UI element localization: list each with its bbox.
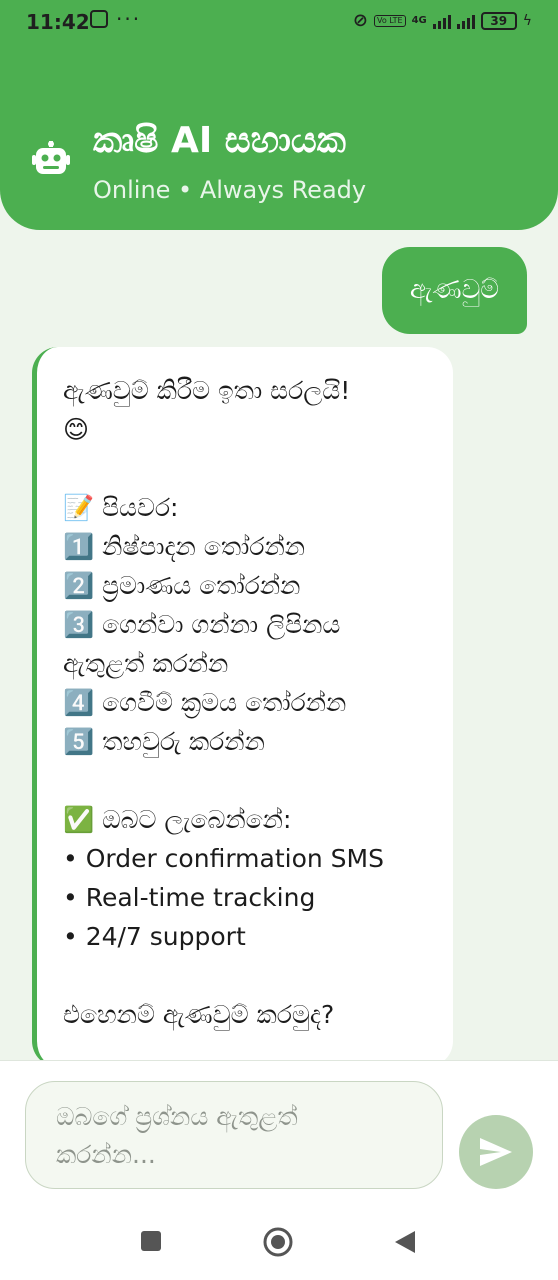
- bot-line: • Real-time tracking: [63, 883, 316, 912]
- chat-status: Online • Always Ready: [93, 176, 367, 204]
- battery-icon: 39: [480, 11, 517, 30]
- notification-app-icon: [90, 10, 108, 28]
- signal-strength-icon-2: [456, 13, 475, 29]
- send-icon: [480, 1138, 512, 1166]
- bot-line: • Order confirmation SMS: [63, 844, 384, 873]
- status-bar: 11:42 ··· ⊘ Vo LTE 4G 39 ϟ: [0, 0, 558, 44]
- bot-line: • 24/7 support: [63, 922, 246, 951]
- send-button[interactable]: [459, 1115, 533, 1189]
- bot-line: ඇණවුම් කිරීම ඉතා සරලයි!: [63, 376, 351, 405]
- message-composer: ඔබගේ ප්‍රශ්නය ඇතුළත් කරන්න...: [0, 1060, 558, 1210]
- signal-strength-icon: [432, 13, 451, 29]
- bot-line-blank: [63, 956, 433, 995]
- bot-line: 📝 පියවර:: [63, 493, 179, 522]
- bot-line: 😊: [63, 415, 90, 444]
- user-message-text: ඇණවුම්: [409, 275, 499, 305]
- user-message-bubble: ඇණවුම්: [381, 247, 527, 334]
- bot-line: එහෙනම් ඇණවුම් කරමුද?: [63, 1000, 335, 1029]
- volte-icon: Vo LTE: [373, 14, 406, 27]
- bot-line: 3️⃣ ගෙන්වා ගන්නා ලිපිනය: [63, 610, 341, 639]
- robot-icon: [32, 141, 70, 174]
- recent-apps-icon[interactable]: [140, 1230, 162, 1252]
- bot-line: 2️⃣ ප්‍රමාණය තෝරන්න: [63, 571, 301, 600]
- bot-line: 4️⃣ ගෙවීම් ක්‍රමය තෝරන්න: [63, 688, 347, 717]
- hotspot-link-icon: ⊘: [352, 10, 368, 31]
- input-placeholder-line-1: ඔබගේ ප්‍රශ්නය ඇතුළත්: [56, 1102, 298, 1131]
- status-right-icons: ⊘ Vo LTE 4G 39 ϟ: [353, 10, 532, 31]
- charging-icon: ϟ: [522, 12, 532, 29]
- bot-line-blank: [63, 761, 433, 800]
- chat-title: කෘෂි AI සහායක: [93, 120, 346, 161]
- back-icon[interactable]: [394, 1230, 416, 1254]
- home-icon[interactable]: [263, 1227, 293, 1257]
- bot-line: ඇතුළත් කරන්න: [63, 649, 229, 678]
- bot-line: 5️⃣ තහවුරු කරන්න: [63, 727, 265, 756]
- network-type-label: 4G: [411, 15, 427, 26]
- status-time: 11:42: [26, 10, 90, 34]
- app-header: 11:42 ··· ⊘ Vo LTE 4G 39 ϟ කෘෂි AI සහායක…: [0, 0, 558, 230]
- bot-line: ✅ ඔබට ලැබෙන්නේ:: [63, 805, 292, 834]
- message-input[interactable]: ඔබගේ ප්‍රශ්නය ඇතුළත් කරන්න...: [25, 1081, 443, 1189]
- bot-line: 1️⃣ නිෂ්පාදන තෝරන්න: [63, 532, 306, 561]
- bot-message-bubble: ඇණවුම් කිරීම ඉතා සරලයි! 😊 📝 පියවර: 1️⃣ න…: [32, 347, 453, 1067]
- status-left-icons: ···: [90, 7, 142, 31]
- input-placeholder-line-2: කරන්න...: [56, 1140, 156, 1169]
- bot-line-blank: [63, 449, 433, 488]
- more-notifications-icon: ···: [116, 7, 142, 31]
- system-nav-bar: [0, 1210, 558, 1280]
